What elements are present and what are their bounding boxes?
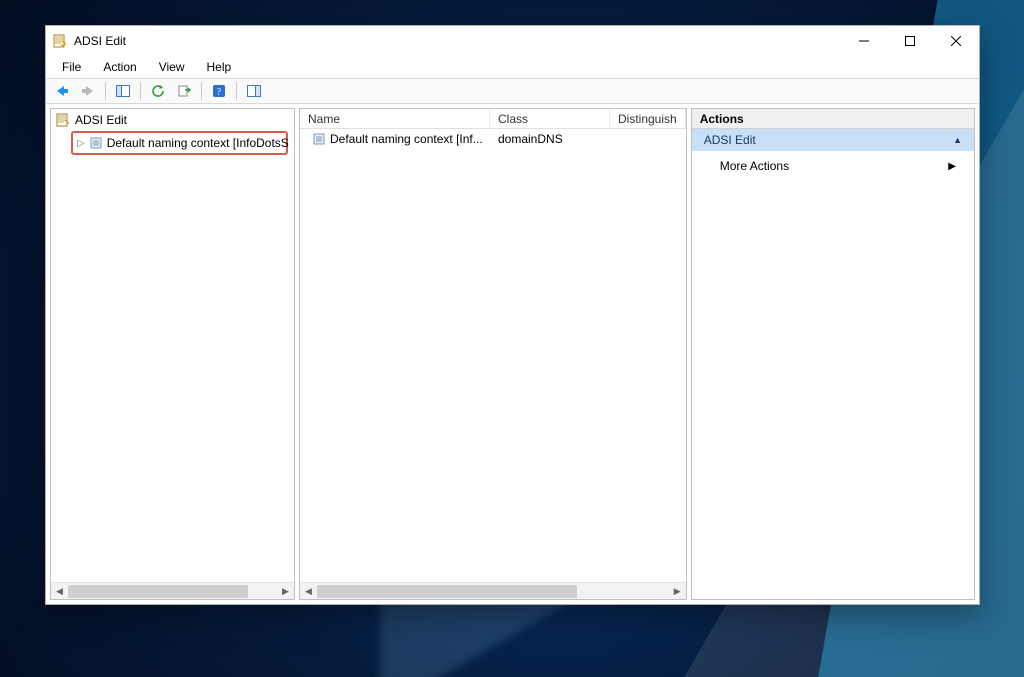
forward-button[interactable] [76,80,100,102]
adsi-edit-window: ADSI Edit File Action View Help [45,25,980,605]
scroll-right-icon[interactable]: ▶ [277,584,294,599]
title-bar[interactable]: ADSI Edit [46,26,979,56]
actions-group-header[interactable]: ADSI Edit ▲ [692,129,974,151]
column-header-name[interactable]: Name [300,109,490,128]
scroll-thumb[interactable] [317,585,577,598]
tree-content[interactable]: ADSI Edit ▷ Default naming context [Info… [51,109,294,582]
menu-view[interactable]: View [149,58,195,76]
action-item-label: More Actions [720,159,789,173]
list-horizontal-scrollbar[interactable]: ◀ ▶ [300,582,686,599]
adsi-edit-app-icon [52,33,68,49]
console-tree-button[interactable] [111,80,135,102]
action-pane-button[interactable] [242,80,266,102]
actions-list: More Actions ▶ [692,151,974,181]
maximize-button[interactable] [887,26,933,56]
menu-help[interactable]: Help [197,58,242,76]
export-list-button[interactable] [172,80,196,102]
row-name: Default naming context [Inf... [330,132,483,146]
list-row[interactable]: Default naming context [Inf... domainDNS [300,129,686,149]
expand-icon[interactable]: ▷ [77,138,85,149]
scroll-left-icon[interactable]: ◀ [300,584,317,599]
window-title: ADSI Edit [74,34,126,48]
toolbar-separator [201,82,202,100]
toolbar-separator [105,82,106,100]
minimize-button[interactable] [841,26,887,56]
submenu-arrow-icon: ▶ [948,161,956,172]
actions-pane: Actions ADSI Edit ▲ More Actions ▶ [691,108,975,600]
help-button[interactable]: ? [207,80,231,102]
action-more-actions[interactable]: More Actions ▶ [692,155,974,177]
toolbar-separator [140,82,141,100]
column-header-class[interactable]: Class [490,109,610,128]
svg-text:?: ? [217,87,222,98]
tree-root-item[interactable]: ADSI Edit [51,111,294,129]
tree-root-label: ADSI Edit [75,113,127,127]
scroll-thumb[interactable] [68,585,248,598]
adsi-edit-icon [55,112,71,128]
container-icon [312,131,326,147]
desktop-wallpaper: ADSI Edit File Action View Help [0,0,1024,677]
refresh-button[interactable] [146,80,170,102]
list-header: Name Class Distinguish [300,109,686,129]
window-body: ADSI Edit ▷ Default naming context [Info… [46,104,979,604]
back-button[interactable] [50,80,74,102]
actions-header: Actions [692,109,974,129]
menu-bar: File Action View Help [46,56,979,78]
scroll-left-icon[interactable]: ◀ [51,584,68,599]
toolbar-separator [236,82,237,100]
tree-pane: ADSI Edit ▷ Default naming context [Info… [50,108,295,600]
collapse-icon[interactable]: ▲ [953,135,962,145]
list-body[interactable]: Default naming context [Inf... domainDNS [300,129,686,582]
tree-horizontal-scrollbar[interactable]: ◀ ▶ [51,582,294,599]
column-header-dn[interactable]: Distinguish [610,109,686,128]
actions-group-label: ADSI Edit [704,133,756,147]
row-class: domainDNS [490,132,610,146]
container-icon [89,135,103,151]
tree-child-item-highlighted[interactable]: ▷ Default naming context [InfoDotsS [71,131,288,155]
list-pane: Name Class Distinguish [299,108,687,600]
toolbar: ? [46,78,979,104]
scroll-right-icon[interactable]: ▶ [669,584,686,599]
close-button[interactable] [933,26,979,56]
menu-action[interactable]: Action [93,58,146,76]
menu-file[interactable]: File [52,58,91,76]
tree-child-label: Default naming context [InfoDotsS [107,136,289,150]
